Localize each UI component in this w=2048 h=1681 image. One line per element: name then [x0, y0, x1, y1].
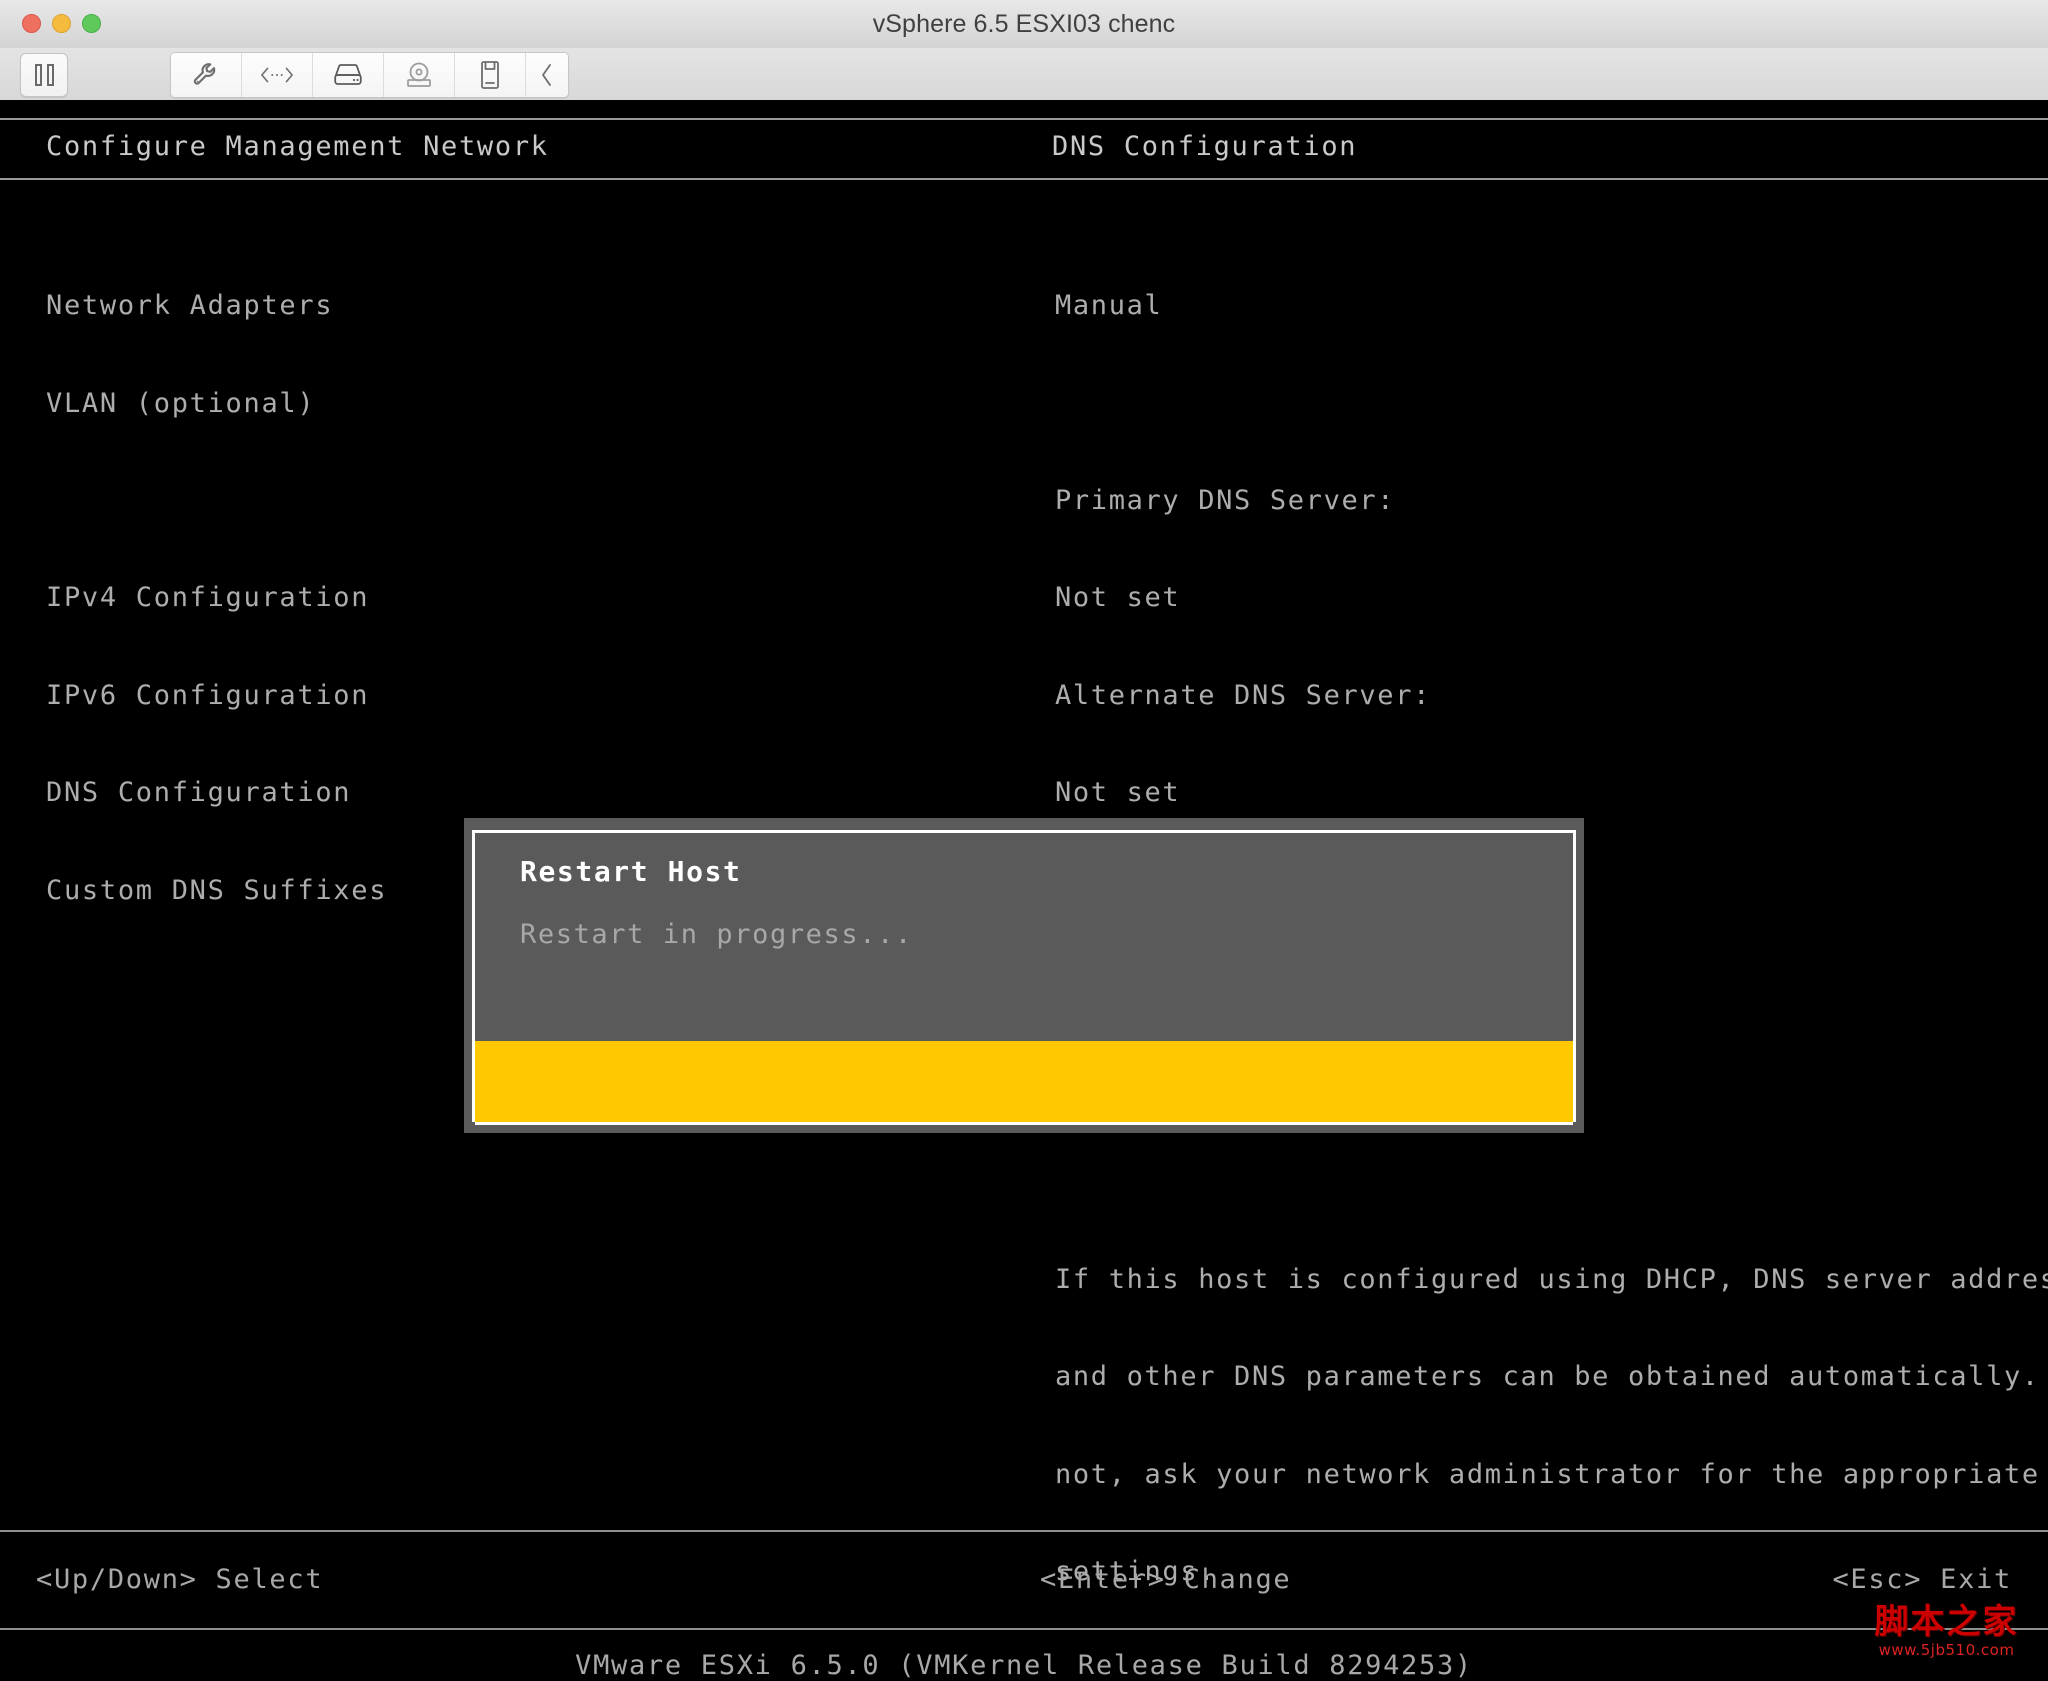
- esxi-dcui-console: Configure Management Network DNS Configu…: [0, 100, 2048, 1650]
- site-watermark: 脚本之家 www.5jb510.com: [1859, 1605, 2034, 1658]
- restart-progress-bar: [475, 1041, 1573, 1125]
- pause-vm-button[interactable]: [20, 53, 68, 97]
- menu-item-custom-dns-suffixes[interactable]: Custom DNS Suffixes: [46, 875, 387, 908]
- settings-toolbar-button[interactable]: [171, 53, 242, 97]
- console-header-left-title: Configure Management Network: [46, 131, 549, 162]
- collapse-chevron-icon: [539, 62, 555, 88]
- dns-help-line-1: If this host is configured using DHCP, D…: [1055, 1264, 2035, 1297]
- cd-drive-icon: [404, 61, 434, 89]
- menu-item-dns-configuration[interactable]: DNS Configuration: [46, 777, 387, 810]
- cd-drive-toolbar-button[interactable]: [384, 53, 455, 97]
- detail-spacer-1: [1055, 388, 2035, 420]
- dialog-message: Restart in progress...: [520, 919, 913, 950]
- alternate-dns-value: Not set: [1055, 777, 2035, 810]
- key-hint-select[interactable]: <Up/Down> Select: [36, 1564, 323, 1595]
- console-header: Configure Management Network DNS Configu…: [0, 118, 2048, 180]
- pause-icon: [35, 64, 54, 86]
- restart-progress-fill: [475, 1041, 1573, 1122]
- console-header-right-title: DNS Configuration: [1052, 131, 1357, 162]
- harddisk-icon: [332, 62, 364, 88]
- usb-icon: [478, 60, 502, 90]
- watermark-url-text: www.5jb510.com: [1859, 1643, 2034, 1658]
- restart-host-dialog: Restart Host Restart in progress...: [472, 830, 1576, 1122]
- configure-management-network-menu: Network Adapters VLAN (optional) IPv4 Co…: [46, 225, 387, 972]
- primary-dns-value: Not set: [1055, 582, 2035, 615]
- dns-help-line-2: and other DNS parameters can be obtained…: [1055, 1361, 2035, 1394]
- alternate-dns-label: Alternate DNS Server:: [1055, 680, 2035, 713]
- network-icon: [260, 64, 294, 86]
- window-title: vSphere 6.5 ESXI03 chenc: [0, 0, 2048, 48]
- usb-toolbar-button[interactable]: [455, 53, 526, 97]
- network-toolbar-button[interactable]: [242, 53, 313, 97]
- menu-item-ipv6-configuration[interactable]: IPv6 Configuration: [46, 680, 387, 713]
- esxi-version-line: VMware ESXi 6.5.0 (VMKernel Release Buil…: [0, 1650, 2048, 1681]
- window-titlebar: vSphere 6.5 ESXI03 chenc: [0, 0, 2048, 49]
- menu-item-ipv4-configuration[interactable]: IPv4 Configuration: [46, 582, 387, 615]
- console-keybar: <Up/Down> Select <Enter> Change <Esc> Ex…: [0, 1530, 2048, 1630]
- watermark-logo-text: 脚本之家: [1859, 1605, 2034, 1639]
- key-hint-change[interactable]: <Enter> Change: [1040, 1564, 1291, 1595]
- dns-mode-value: Manual: [1055, 290, 2035, 323]
- collapse-toolbar-button[interactable]: [526, 53, 568, 97]
- detail-spacer-3: [1055, 1167, 2035, 1199]
- primary-dns-label: Primary DNS Server:: [1055, 485, 2035, 518]
- dialog-title: Restart Host: [520, 855, 742, 888]
- dns-help-line-3: not, ask your network administrator for …: [1055, 1459, 2035, 1492]
- key-hint-exit[interactable]: <Esc> Exit: [1832, 1564, 2012, 1595]
- menu-spacer: [46, 485, 387, 517]
- app-root: vSphere 6.5 ESXI03 chenc: [0, 0, 2048, 1650]
- wrench-icon: [191, 60, 221, 90]
- menu-item-vlan[interactable]: VLAN (optional): [46, 388, 387, 421]
- device-toolbar-group: [170, 52, 569, 98]
- vm-toolbar: [0, 48, 2048, 101]
- menu-item-network-adapters[interactable]: Network Adapters: [46, 290, 387, 323]
- harddisk-toolbar-button[interactable]: [313, 53, 384, 97]
